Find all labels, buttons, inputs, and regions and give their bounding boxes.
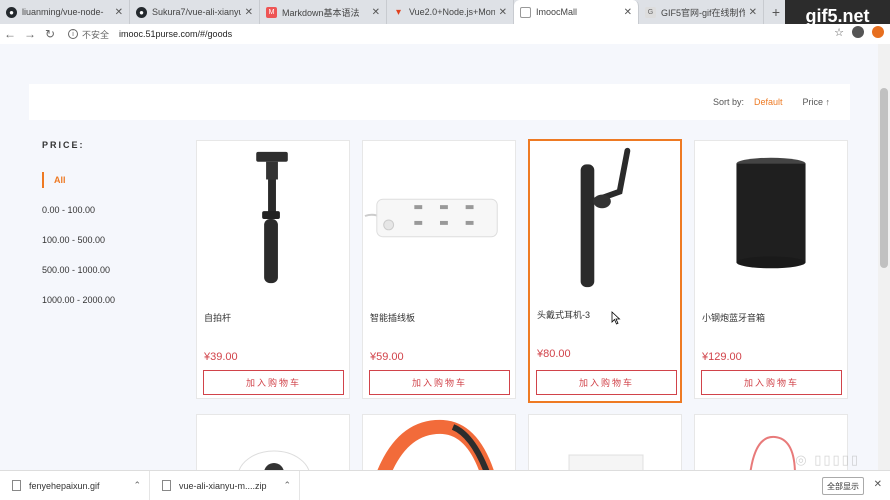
close-icon[interactable]: ✕: [624, 7, 632, 18]
bluetooth-headset-image: [580, 147, 631, 288]
filter-item-100-500[interactable]: 100.00 - 500.00: [42, 232, 182, 248]
site-watermark-logo: ◎ ▯▯▯▯▯: [795, 452, 860, 467]
product-card-hovered[interactable]: 头戴式耳机-3 ¥80.00 加入购物车: [528, 139, 682, 403]
browser-tab-4[interactable]: ▾ Vue2.0+Node.js+Mon ✕: [387, 0, 514, 24]
close-icon[interactable]: ✕: [749, 7, 757, 18]
product-card[interactable]: [528, 414, 682, 470]
close-icon[interactable]: ✕: [874, 479, 882, 490]
product-card[interactable]: 小钢炮蓝牙音箱 ¥129.00 加入购物车: [694, 140, 848, 399]
product-name[interactable]: 小钢炮蓝牙音箱: [702, 311, 765, 324]
github-icon: ●: [6, 6, 17, 18]
close-icon[interactable]: ✕: [245, 7, 253, 18]
url-field[interactable]: imooc.51purse.com/#/goods: [119, 29, 232, 39]
close-icon[interactable]: ✕: [372, 7, 380, 18]
product-price: ¥59.00: [370, 351, 404, 363]
address-bar: ← → ↻ i 不安全 imooc.51purse.com/#/goods ☆: [0, 24, 890, 44]
bluetooth-speaker-image: [736, 157, 806, 269]
tab-bar: ● liuanming/vue-node- ✕ ● Sukura7/vue-al…: [0, 0, 890, 24]
add-to-cart-button[interactable]: 加入购物车: [369, 370, 510, 395]
tab-title: liuanming/vue-node-: [22, 7, 104, 17]
page-scrollbar[interactable]: [878, 44, 890, 470]
bookmark-star-icon[interactable]: ☆: [834, 26, 844, 39]
product-card[interactable]: [362, 414, 516, 470]
download-filename: fenyehepaixun.gif: [29, 480, 100, 491]
product-price: ¥39.00: [204, 351, 238, 363]
back-icon[interactable]: ←: [0, 27, 20, 41]
product-image: [377, 419, 494, 470]
sort-default-link[interactable]: Default: [754, 97, 783, 107]
reload-icon[interactable]: ↻: [40, 27, 60, 41]
tab-title: Markdown基本语法: [282, 7, 360, 18]
show-all-button[interactable]: 全部显示: [822, 477, 864, 495]
download-item[interactable]: vue-ali-xianyu-m....zip ⌃: [150, 470, 300, 500]
product-image: [238, 450, 310, 470]
mouse-cursor-icon: [611, 311, 621, 325]
browser-tab-active[interactable]: ImoocMall ✕: [514, 0, 639, 24]
profile-avatar[interactable]: [852, 26, 864, 38]
chevron-up-icon[interactable]: ⌃: [283, 480, 291, 491]
toolbar-right: ☆: [834, 26, 884, 39]
selfie-stick-image: [256, 151, 288, 284]
security-indicator[interactable]: i 不安全: [68, 28, 109, 41]
sort-label: Sort by:: [712, 97, 744, 107]
file-icon: [12, 480, 21, 491]
vuejs-icon: ▾: [395, 6, 402, 18]
filter-item-500-1000[interactable]: 500.00 - 1000.00: [42, 262, 182, 278]
tab-title: Vue2.0+Node.js+Mon: [409, 7, 495, 17]
browser-tab-3[interactable]: M Markdown基本语法 ✕: [260, 0, 387, 24]
forward-icon[interactable]: →: [20, 27, 40, 41]
add-to-cart-button[interactable]: 加入购物车: [536, 370, 677, 395]
file-icon: [162, 480, 171, 491]
gif5-icon: G: [645, 6, 656, 18]
product-card[interactable]: 智能插线板 ¥59.00 加入购物车: [362, 140, 516, 399]
add-to-cart-button[interactable]: 加入购物车: [701, 370, 842, 395]
page-icon: [520, 6, 531, 18]
tab-title: Sukura7/vue-ali-xianyu: [152, 7, 241, 17]
browser-tab-6[interactable]: G GIF5官网-gif在线制作_ ✕: [639, 0, 764, 24]
insecure-label: 不安全: [82, 29, 110, 40]
download-filename: vue-ali-xianyu-m....zip: [179, 480, 267, 491]
close-icon[interactable]: ✕: [115, 7, 123, 18]
tab-title: GIF5官网-gif在线制作_: [661, 7, 745, 18]
filter-title: PRICE:: [42, 140, 85, 150]
add-to-cart-button[interactable]: 加入购物车: [203, 370, 344, 395]
product-name[interactable]: 智能插线板: [370, 311, 415, 324]
scrollbar-thumb[interactable]: [880, 88, 888, 268]
price-filter: PRICE: All 0.00 - 100.00 100.00 - 500.00…: [42, 140, 182, 322]
product-price: ¥80.00: [537, 348, 571, 360]
markdown-icon: M: [266, 6, 277, 18]
product-name[interactable]: 自拍杆: [204, 311, 231, 324]
filter-item-1000-2000[interactable]: 1000.00 - 2000.00: [42, 292, 182, 308]
power-strip-image: [364, 198, 498, 238]
info-icon: i: [68, 29, 78, 39]
sort-price-link[interactable]: Price ↑: [802, 97, 830, 107]
chevron-up-icon[interactable]: ⌃: [133, 480, 141, 491]
extension-icon[interactable]: [872, 26, 884, 38]
product-image: [568, 454, 644, 470]
download-item[interactable]: fenyehepaixun.gif ⌃: [0, 470, 150, 500]
browser-tab-2[interactable]: ● Sukura7/vue-ali-xianyu ✕: [130, 0, 260, 24]
product-card[interactable]: 自拍杆 ¥39.00 加入购物车: [196, 140, 350, 399]
product-name[interactable]: 头戴式耳机-3: [537, 308, 590, 321]
product-card[interactable]: [196, 414, 350, 470]
product-price: ¥129.00: [702, 351, 742, 363]
filter-item-0-100[interactable]: 0.00 - 100.00: [42, 202, 182, 218]
download-shelf: fenyehepaixun.gif ⌃ vue-ali-xianyu-m....…: [0, 470, 890, 500]
close-icon[interactable]: ✕: [499, 7, 507, 18]
goods-page: Sort by: Default Price ↑ PRICE: All 0.00…: [0, 44, 878, 470]
filter-item-all[interactable]: All: [42, 172, 182, 188]
tab-title: ImoocMall: [536, 7, 578, 17]
browser-tab-1[interactable]: ● liuanming/vue-node- ✕: [0, 0, 130, 24]
github-icon: ●: [136, 6, 147, 18]
sort-bar: Sort by: Default Price ↑: [29, 84, 850, 120]
